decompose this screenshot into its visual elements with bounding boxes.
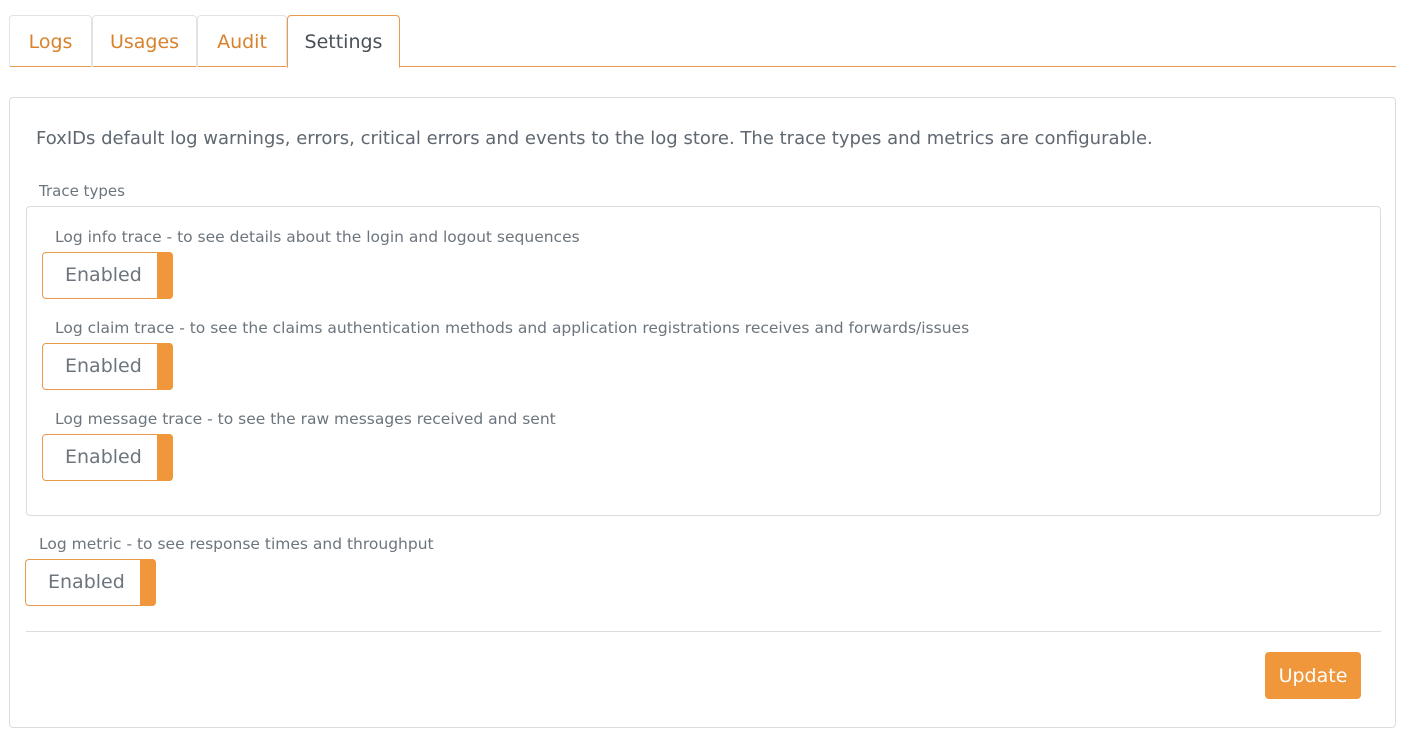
- trace-types-label: Trace types: [39, 182, 125, 200]
- toggle-knob: [157, 252, 173, 299]
- log-message-trace-toggle[interactable]: Enabled: [42, 434, 173, 481]
- settings-card: FoxIDs default log warnings, errors, cri…: [9, 97, 1396, 728]
- log-info-trace-toggle[interactable]: Enabled: [42, 252, 173, 299]
- toggle-knob: [157, 343, 173, 390]
- toggle-state-label: Enabled: [65, 355, 142, 377]
- toggle-knob: [157, 434, 173, 481]
- log-metric-label: Log metric - to see response times and t…: [39, 535, 434, 553]
- tab-bar: Logs Usages Audit Settings: [9, 15, 1396, 68]
- toggle-state-label: Enabled: [65, 264, 142, 286]
- log-claim-trace-toggle[interactable]: Enabled: [42, 343, 173, 390]
- toggle-state-label: Enabled: [65, 446, 142, 468]
- trace-types-group: Log info trace - to see details about th…: [26, 206, 1381, 516]
- log-info-trace-label: Log info trace - to see details about th…: [55, 228, 580, 246]
- tab-logs[interactable]: Logs: [9, 15, 92, 67]
- tab-usages[interactable]: Usages: [92, 15, 197, 67]
- log-message-trace-label: Log message trace - to see the raw messa…: [55, 410, 556, 428]
- settings-intro-text: FoxIDs default log warnings, errors, cri…: [36, 128, 1153, 149]
- tab-settings[interactable]: Settings: [287, 15, 400, 68]
- toggle-knob: [140, 559, 156, 606]
- divider: [26, 631, 1381, 632]
- toggle-state-label: Enabled: [48, 571, 125, 593]
- tab-audit[interactable]: Audit: [197, 15, 287, 67]
- log-claim-trace-label: Log claim trace - to see the claims auth…: [55, 319, 970, 337]
- log-metric-toggle[interactable]: Enabled: [25, 559, 156, 606]
- update-button[interactable]: Update: [1265, 652, 1361, 699]
